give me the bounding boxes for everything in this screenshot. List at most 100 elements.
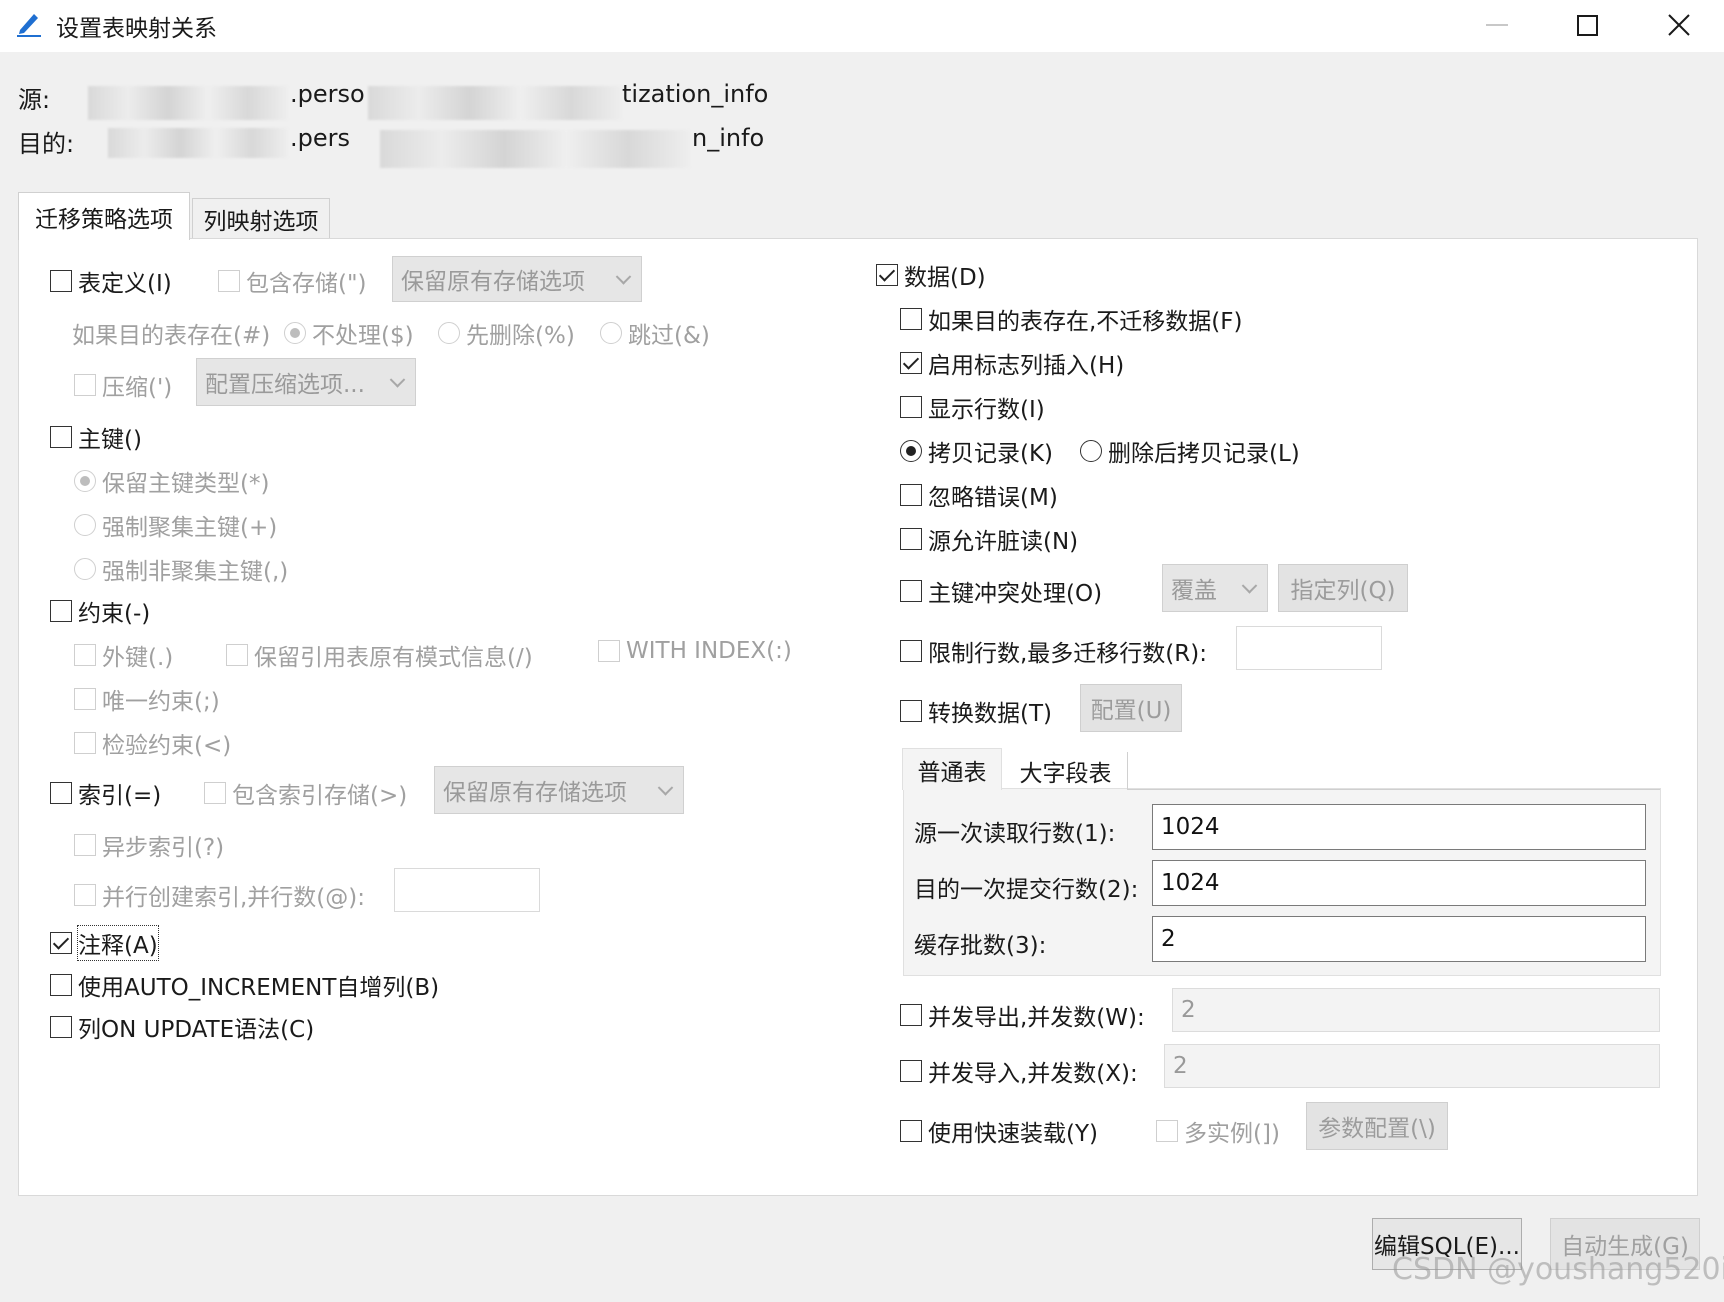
on-update-label: 列ON UPDATE语法(C) xyxy=(78,1017,315,1043)
parallel-index-checkbox[interactable]: 并行创建索引,并行数(@): xyxy=(74,878,365,912)
chevron-down-icon xyxy=(615,269,632,285)
cache-batch-input[interactable]: 2 xyxy=(1152,916,1646,962)
read-rows-label: 源一次读取行数(1): xyxy=(914,821,1116,847)
identity-insert-checkbox[interactable]: 启用标志列插入(H) xyxy=(900,346,1124,380)
checkbox-icon xyxy=(74,688,96,710)
transform-data-checkbox[interactable]: 转换数据(T) xyxy=(900,694,1052,728)
compress-config-value: 配置压缩选项... xyxy=(205,372,365,398)
copy-records-radio[interactable]: 拷贝记录(K) xyxy=(900,434,1053,468)
checkbox-icon xyxy=(900,640,922,662)
on-update-checkbox[interactable]: 列ON UPDATE语法(C) xyxy=(50,1010,314,1044)
checkbox-icon xyxy=(50,426,72,448)
maximize-button[interactable] xyxy=(1560,4,1614,46)
dirty-read-label: 源允许脏读(N) xyxy=(928,529,1079,555)
maximize-icon xyxy=(1576,14,1598,36)
transform-data-label: 转换数据(T) xyxy=(928,701,1052,727)
radio-icon xyxy=(900,440,922,462)
index-storage-select[interactable]: 保留原有存储选项 xyxy=(434,766,684,814)
read-rows-input[interactable]: 1024 xyxy=(1152,804,1646,850)
checkbox-icon xyxy=(50,270,72,292)
comment-checkbox[interactable]: 注释(A) xyxy=(50,925,159,961)
fast-load-checkbox[interactable]: 使用快速装载(Y) xyxy=(900,1114,1098,1148)
tab-migration-strategy[interactable]: 迁移策略选项 xyxy=(18,192,190,240)
constraint-label: 约束(-) xyxy=(78,601,151,627)
check-constraint-checkbox[interactable]: 检验约束(<) xyxy=(74,726,231,760)
unique-constraint-label: 唯一约束(;) xyxy=(102,689,220,715)
include-index-storage-checkbox[interactable]: 包含索引存储(>) xyxy=(204,776,407,810)
delete-copy-radio[interactable]: 删除后拷贝记录(L) xyxy=(1080,434,1300,468)
parallel-index-input[interactable] xyxy=(394,868,540,912)
redacted-block xyxy=(88,86,288,120)
cache-batch-label: 缓存批数(3): xyxy=(914,933,1047,959)
skip-radio[interactable]: 跳过(&) xyxy=(600,316,710,350)
conflict-mode-select[interactable]: 覆盖 xyxy=(1162,564,1268,612)
multi-instance-checkbox[interactable]: 多实例(]) xyxy=(1156,1114,1280,1148)
ignore-errors-checkbox[interactable]: 忽略错误(M) xyxy=(900,478,1058,512)
concurrent-export-input[interactable]: 2 xyxy=(1172,988,1660,1032)
table-def-checkbox[interactable]: 表定义(I) xyxy=(50,264,172,298)
concurrent-import-checkbox[interactable]: 并发导入,并发数(X): xyxy=(900,1054,1138,1088)
commit-rows-input[interactable]: 1024 xyxy=(1152,860,1646,906)
data-checkbox[interactable]: 数据(D) xyxy=(876,258,986,292)
checkbox-icon xyxy=(204,782,226,804)
pk-conflict-checkbox[interactable]: 主键冲突处理(O) xyxy=(900,574,1102,608)
async-index-checkbox[interactable]: 异步索引(?) xyxy=(74,828,224,862)
param-config-button[interactable]: 参数配置(\) xyxy=(1306,1102,1448,1150)
limit-rows-checkbox[interactable]: 限制行数,最多迁移行数(R): xyxy=(900,634,1207,668)
limit-rows-label: 限制行数,最多迁移行数(R): xyxy=(928,641,1207,667)
checkbox-icon xyxy=(900,1060,922,1082)
keep-ref-schema-checkbox[interactable]: 保留引用表原有模式信息(/) xyxy=(226,638,533,672)
compress-config-select[interactable]: 配置压缩选项... xyxy=(196,358,416,406)
unique-constraint-checkbox[interactable]: 唯一约束(;) xyxy=(74,682,220,716)
index-label: 索引(=) xyxy=(78,783,162,809)
checkbox-icon xyxy=(74,834,96,856)
with-index-label: WITH INDEX(:) xyxy=(626,638,792,664)
target-value-part2: n_info xyxy=(692,124,765,152)
storage-option-select[interactable]: 保留原有存储选项 xyxy=(392,256,642,302)
check-constraint-label: 检验约束(<) xyxy=(102,733,232,759)
radio-icon xyxy=(1080,440,1102,462)
primary-key-checkbox[interactable]: 主键() xyxy=(50,420,142,454)
subtab-bigfield-label: 大字段表 xyxy=(1019,761,1112,787)
no-process-radio[interactable]: 不处理($) xyxy=(284,316,414,350)
minimize-button[interactable] xyxy=(1470,4,1524,46)
index-storage-value: 保留原有存储选项 xyxy=(443,780,627,806)
transform-config-button[interactable]: 配置(U) xyxy=(1080,684,1182,732)
show-rows-checkbox[interactable]: 显示行数(I) xyxy=(900,390,1045,424)
include-storage-checkbox[interactable]: 包含存储(") xyxy=(218,264,367,298)
subtab-normal-table[interactable]: 普通表 xyxy=(902,748,1002,790)
dirty-read-checkbox[interactable]: 源允许脏读(N) xyxy=(900,522,1078,556)
index-checkbox[interactable]: 索引(=) xyxy=(50,776,161,810)
source-value-part1: .perso xyxy=(290,80,365,108)
no-migrate-checkbox[interactable]: 如果目的表存在,不迁移数据(F) xyxy=(900,302,1243,336)
redacted-block xyxy=(368,86,622,120)
with-index-checkbox[interactable]: WITH INDEX(:) xyxy=(598,638,792,664)
auto-increment-checkbox[interactable]: 使用AUTO_INCREMENT自增列(B) xyxy=(50,968,439,1002)
radio-icon xyxy=(284,322,306,344)
force-clustered-radio[interactable]: 强制聚集主键(+) xyxy=(74,508,277,542)
limit-rows-input[interactable] xyxy=(1236,626,1382,670)
force-nonclustered-radio[interactable]: 强制非聚集主键(,) xyxy=(74,552,288,586)
foreign-key-checkbox[interactable]: 外键(.) xyxy=(74,638,173,672)
constraint-checkbox[interactable]: 约束(-) xyxy=(50,594,150,628)
compress-checkbox[interactable]: 压缩(') xyxy=(74,368,172,402)
close-button[interactable] xyxy=(1652,4,1706,46)
drop-first-radio[interactable]: 先删除(%) xyxy=(438,316,575,350)
keep-pk-type-radio[interactable]: 保留主键类型(*) xyxy=(74,464,269,498)
checkbox-icon xyxy=(900,1004,922,1026)
tab-column-mapping[interactable]: 列映射选项 xyxy=(192,198,330,238)
fast-load-label: 使用快速装载(Y) xyxy=(928,1121,1098,1147)
radio-icon xyxy=(74,470,96,492)
dialog-window: 设置表映射关系 源: .perso tization_info 目的: .per… xyxy=(0,0,1724,1302)
async-index-label: 异步索引(?) xyxy=(102,835,225,861)
keep-ref-schema-label: 保留引用表原有模式信息(/) xyxy=(254,645,533,671)
concurrent-import-input[interactable]: 2 xyxy=(1164,1044,1660,1088)
skip-label: 跳过(&) xyxy=(628,323,710,349)
chevron-down-icon xyxy=(657,780,674,796)
concurrent-export-checkbox[interactable]: 并发导出,并发数(W): xyxy=(900,998,1145,1032)
source-value-part2: tization_info xyxy=(622,80,769,108)
force-clustered-label: 强制聚集主键(+) xyxy=(102,515,278,541)
subtab-divider xyxy=(1128,789,1660,790)
subtab-bigfield-table[interactable]: 大字段表 xyxy=(1004,752,1128,790)
specify-columns-button[interactable]: 指定列(Q) xyxy=(1278,564,1408,612)
